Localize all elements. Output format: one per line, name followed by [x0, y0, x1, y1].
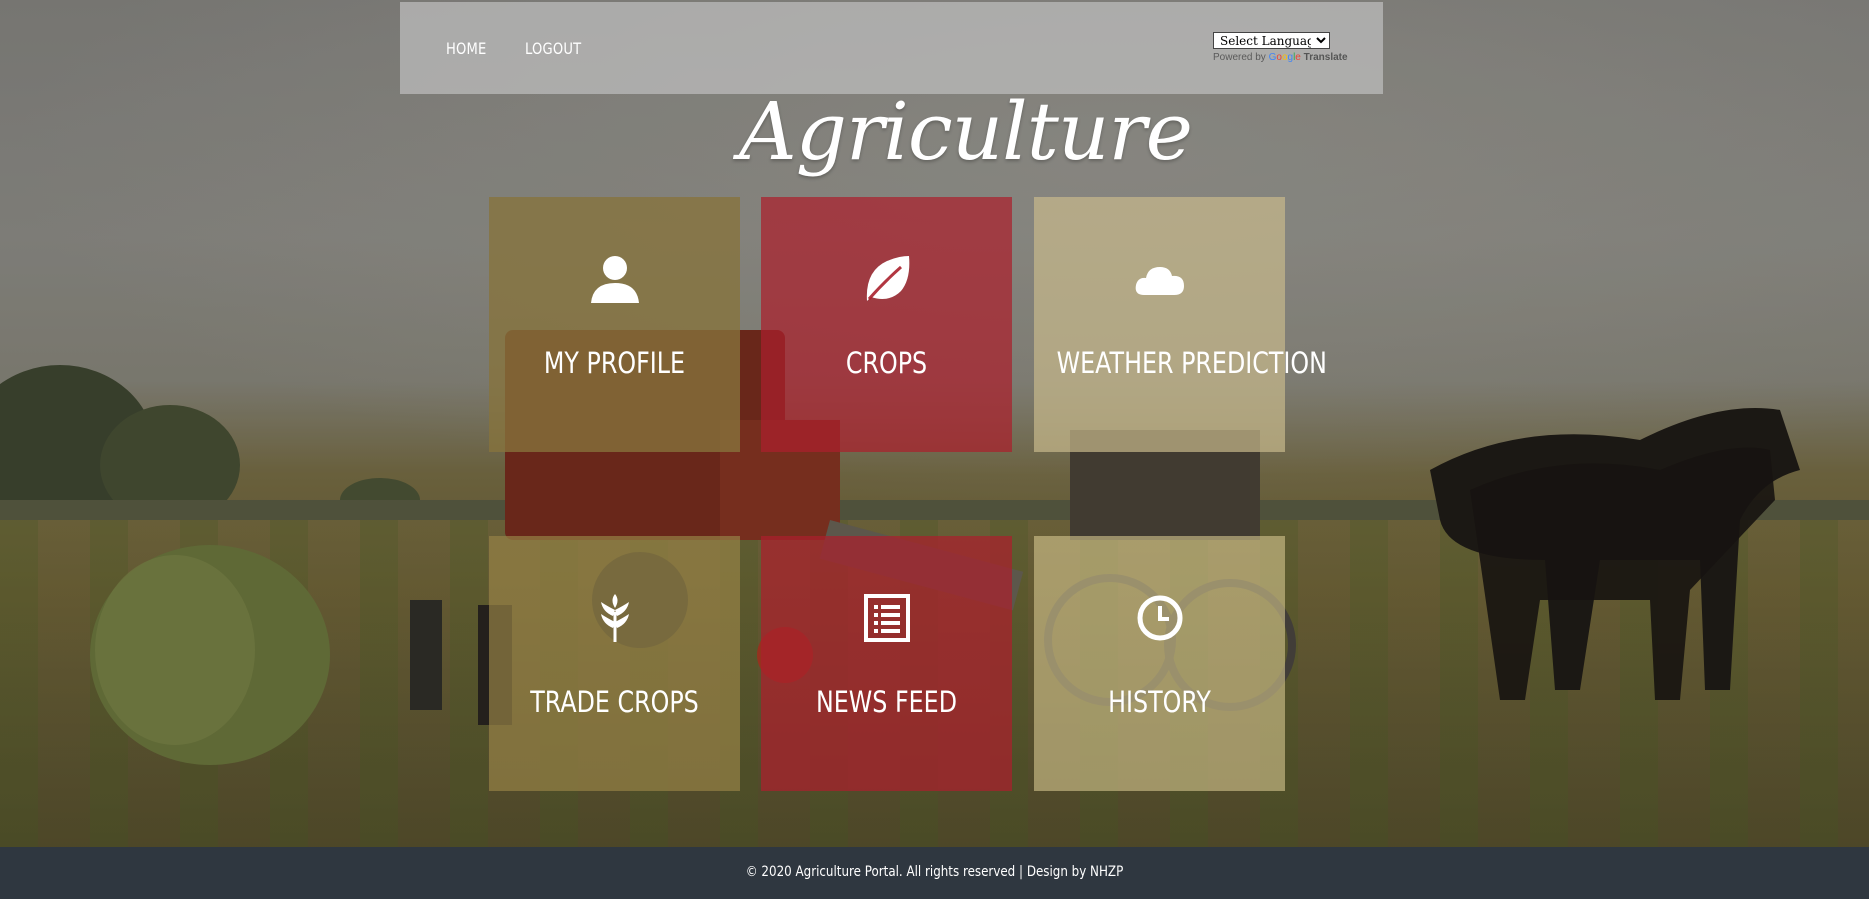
news-list-icon [761, 592, 1012, 644]
clock-icon [1034, 592, 1285, 644]
nav-logout-link[interactable]: LOGOUT [525, 39, 581, 58]
translate-link[interactable]: Translate [1304, 52, 1348, 63]
site-title: Agriculture [739, 85, 1193, 178]
top-navbar: HOME LOGOUT Select Language Powered by G… [400, 2, 1383, 94]
language-select[interactable]: Select Language [1213, 32, 1330, 49]
tile-weather-prediction[interactable]: WEATHER PREDICTION [1034, 197, 1327, 452]
tile-trade-crops[interactable]: TRADE CROPS [489, 536, 740, 791]
footer-copyright: © 2020 Agriculture Portal. All rights re… [745, 864, 1124, 880]
cloud-icon [1034, 253, 1285, 305]
tile-history-label: HISTORY [1108, 685, 1211, 719]
google-logo-e: e [1295, 52, 1301, 63]
powered-by-text: Powered by [1213, 52, 1266, 63]
wheat-icon [489, 592, 740, 644]
tile-trade-crops-label: TRADE CROPS [530, 685, 699, 719]
nav-home-link[interactable]: HOME [446, 39, 486, 58]
leaf-icon [761, 253, 1012, 305]
powered-by-google: Powered by Google Translate [1213, 52, 1383, 63]
google-translate-widget: Select Language Powered by Google Transl… [1213, 32, 1383, 63]
tile-weather-prediction-label: WEATHER PREDICTION [1056, 346, 1327, 380]
tile-history[interactable]: HISTORY [1034, 536, 1285, 791]
tile-crops-label: CROPS [845, 346, 928, 380]
tile-my-profile[interactable]: MY PROFILE [489, 197, 740, 452]
google-logo: Google [1269, 52, 1301, 63]
tile-crops[interactable]: CROPS [761, 197, 1012, 452]
footer: © 2020 Agriculture Portal. All rights re… [0, 847, 1869, 899]
user-icon [489, 253, 740, 305]
tile-news-feed[interactable]: NEWS FEED [761, 536, 1012, 791]
tile-news-feed-label: NEWS FEED [815, 685, 958, 719]
tile-my-profile-label: MY PROFILE [543, 346, 686, 380]
page: HOME LOGOUT Select Language Powered by G… [0, 0, 1869, 902]
